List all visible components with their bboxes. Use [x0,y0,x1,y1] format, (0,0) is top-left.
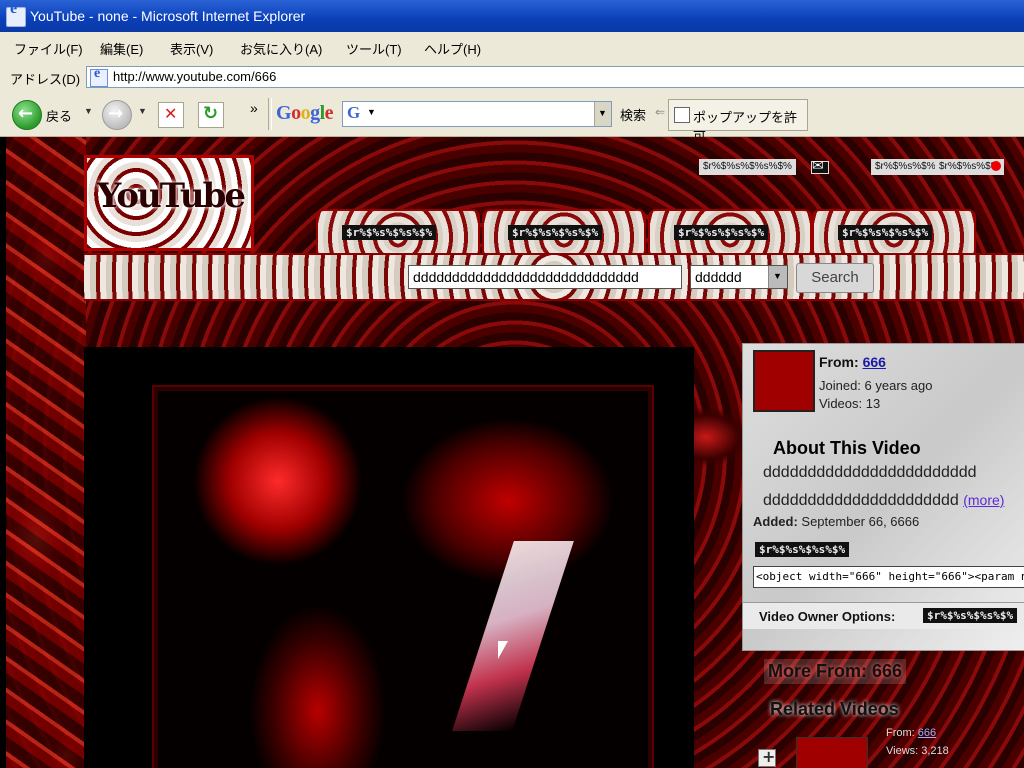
page-content: YouTube $r%$%s%$%s%$% $r%$%s%$% $r%$%s%$… [6,137,1024,768]
address-bar: アドレス(D) http://www.youtube.com/666 [0,62,1024,93]
url-label: $r%$%s%$%s%$% [755,542,850,557]
description-line-2: dddddddddddddddddddddd (more) [763,492,1005,509]
toolbar-chevron-icon[interactable]: » [250,100,258,116]
menu-bar: ファイル(F) 編集(E) 表示(V) お気に入り(A) ツール(T) ヘルプ(… [0,32,1024,63]
search-scope-value[interactable]: dddddd [695,269,742,285]
menu-tools[interactable]: ツール(T) [346,39,402,58]
toolbar-separator [268,98,272,130]
address-input[interactable]: http://www.youtube.com/666 [86,66,1024,88]
youtube-logo[interactable]: YouTube [84,155,254,251]
video-light-beam [452,541,574,731]
related-videos-heading[interactable]: Related Videos [766,697,903,722]
tab-1[interactable]: $r%$%s%$%s%$% [316,209,480,255]
tab-4[interactable]: $r%$%s%$%s%$% [812,209,976,255]
video-frame[interactable] [152,385,654,768]
nav-tabs: $r%$%s%$%s%$% $r%$%s%$%s%$% $r%$%s%$%s%$… [316,209,976,255]
stop-icon[interactable] [158,102,184,128]
back-arrow-icon[interactable] [12,100,42,130]
google-search-dropdown-icon[interactable] [594,102,611,126]
ie-icon [6,0,26,27]
google-g-icon[interactable]: G [347,103,360,123]
background-art [6,137,86,768]
description-line-1: dddddddddddddddddddddddd [763,464,977,481]
search-scope-select[interactable]: dddddd [690,265,788,289]
menu-file[interactable]: ファイル(F) [14,39,83,58]
window-titlebar: YouTube - none - Microsoft Internet Expl… [0,0,1024,32]
address-url[interactable]: http://www.youtube.com/666 [113,69,276,84]
popup-icon [674,107,690,123]
menu-favorites[interactable]: お気に入り(A) [240,39,322,58]
related-from: From: 666 [886,727,937,739]
from-line: From: 666 [819,354,886,370]
menu-edit[interactable]: 編集(E) [100,39,143,58]
tab-label[interactable]: $r%$%s%$%s%$% [342,225,437,240]
search-button[interactable]: Search [796,263,874,293]
toolbar: 戻る ▼ ▼ » Google G ▼ 検索 ⇐ ポップアップを許可 [0,92,1024,144]
tab-label[interactable]: $r%$%s%$%s%$% [838,225,933,240]
back-button-label[interactable]: 戻る [46,106,72,125]
allow-popup-button[interactable]: ポップアップを許可 [668,99,808,144]
mouse-cursor-icon [498,641,508,659]
more-link[interactable]: (more) [963,492,1004,508]
back-dropdown-icon[interactable]: ▼ [84,106,93,116]
toolbar-arrow-separator-icon: ⇐ [655,105,666,119]
header-link-2[interactable]: $r%$%s%$% [871,159,940,175]
google-search-input[interactable]: G ▼ [342,101,612,127]
menu-view[interactable]: 表示(V) [170,39,213,58]
mail-icon[interactable] [811,157,829,174]
from-user-link[interactable]: 666 [863,354,886,370]
google-logo: Google [276,102,334,124]
search-input[interactable]: ddddddddddddddddddddddddddddd [408,265,682,289]
added-date: Added: September 66, 6666 [753,514,920,529]
avatar[interactable] [753,350,815,412]
address-label: アドレス(D) [10,72,81,87]
google-search-button[interactable]: 検索 [620,105,646,124]
tab-2[interactable]: $r%$%s%$%s%$% [482,209,646,255]
tab-3[interactable]: $r%$%s%$%s%$% [648,209,812,255]
window-title: YouTube - none - Microsoft Internet Expl… [30,8,306,24]
embed-code-field[interactable]: <object width="666" height="666"><param … [753,566,1024,588]
related-thumbnail[interactable] [796,737,868,768]
owner-options-link[interactable]: $r%$%s%$%s%$% [923,608,1018,623]
forward-arrow-icon[interactable] [102,100,132,130]
tab-label[interactable]: $r%$%s%$%s%$% [674,225,769,240]
tab-label[interactable]: $r%$%s%$%s%$% [508,225,603,240]
header-link-1[interactable]: $r%$%s%$%s%$% [699,159,796,175]
videos-count: Videos: 13 [819,396,881,411]
related-user-link[interactable]: 666 [918,727,936,739]
owner-options-bar: Video Owner Options: $r%$%s%$%s%$% [743,602,1024,629]
google-g-dropdown-icon[interactable]: ▼ [367,107,376,117]
forward-dropdown-icon[interactable]: ▼ [138,106,147,116]
joined-text: Joined: 6 years ago [819,378,933,393]
notification-dot-icon [991,161,1001,171]
search-bar: ddddddddddddddddddddddddddddd dddddd Sea… [84,253,1024,301]
about-video-heading: About This Video [773,438,921,458]
video-info-panel: From: 666 Joined: 6 years ago Videos: 13… [742,343,1024,651]
expand-plus-icon[interactable] [758,747,776,767]
youtube-logo-text[interactable]: YouTube [97,176,246,216]
related-views: Views: 3,218 [886,745,949,757]
refresh-icon[interactable] [198,102,224,128]
chevron-down-icon[interactable] [768,266,787,288]
owner-options-label: Video Owner Options: [759,609,896,624]
page-icon [90,66,108,87]
video-player[interactable] [84,347,694,768]
menu-help[interactable]: ヘルプ(H) [424,39,481,58]
more-from-heading[interactable]: More From: 666 [764,659,907,684]
